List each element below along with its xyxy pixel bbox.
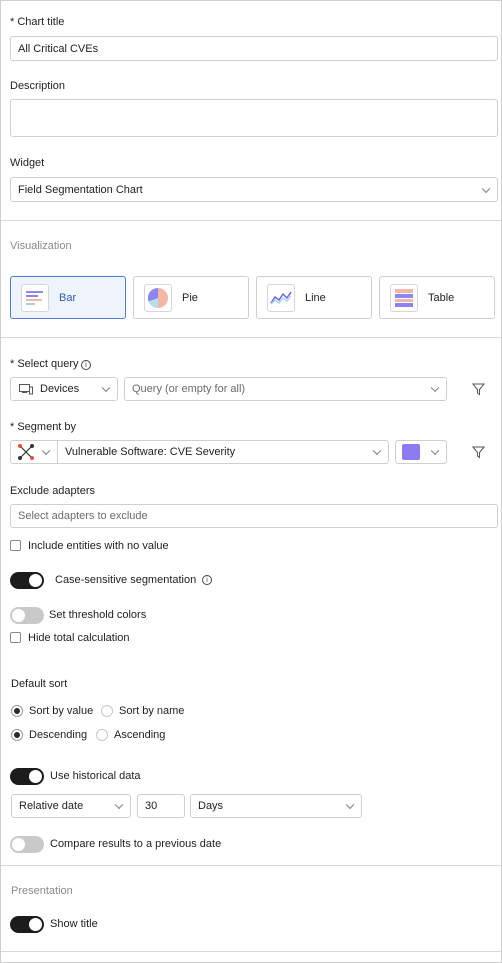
line-chart-icon <box>267 283 295 312</box>
query-placeholder: Query (or empty for all) <box>132 383 246 395</box>
toggle-knob <box>29 770 42 783</box>
chevron-down-icon <box>372 446 382 456</box>
hide-total-checkbox[interactable] <box>10 632 21 643</box>
include-no-value-checkbox[interactable] <box>10 540 21 551</box>
exclude-adapters-placeholder: Select adapters to exclude <box>18 510 148 522</box>
presentation-title: Presentation <box>11 885 73 897</box>
ascending-label: Ascending <box>114 729 166 741</box>
description-label: Description <box>10 80 66 92</box>
viz-option-label: Line <box>305 291 326 304</box>
date-unit-select[interactable]: Days <box>190 794 362 818</box>
ascending-radio[interactable] <box>96 729 108 741</box>
case-sensitive-label: Case-sensitive segmentation <box>55 574 197 586</box>
devices-icon <box>19 383 33 394</box>
show-title-label: Show title <box>50 918 98 930</box>
exclude-adapters-label: Exclude adapters <box>10 485 95 497</box>
section-divider <box>1 865 501 866</box>
descending-label: Descending <box>29 729 88 741</box>
segmentation-icon <box>18 444 34 460</box>
show-title-toggle[interactable] <box>10 916 44 933</box>
historical-data-toggle[interactable] <box>10 768 44 785</box>
widget-select[interactable]: Field Segmentation Chart <box>10 177 498 202</box>
widget-label: Widget <box>10 157 45 169</box>
sort-by-name-radio[interactable] <box>101 705 113 717</box>
filter-icon[interactable] <box>472 383 485 396</box>
threshold-colors-toggle[interactable] <box>10 607 44 624</box>
filter-icon[interactable] <box>472 446 485 459</box>
chevron-down-icon <box>41 446 51 456</box>
segment-field-value: Vulnerable Software: CVE Severity <box>65 446 236 458</box>
visualization-title: Visualization <box>10 240 72 252</box>
descending-radio[interactable] <box>11 729 23 741</box>
chevron-down-icon <box>430 446 440 456</box>
select-query-label: * Select query <box>10 358 79 370</box>
viz-option-table[interactable]: Table <box>379 276 495 319</box>
chart-title-label: * Chart title <box>10 16 65 28</box>
query-select[interactable]: Query (or empty for all) <box>124 377 447 401</box>
section-divider <box>1 220 501 221</box>
viz-option-label: Pie <box>182 291 198 304</box>
info-icon[interactable]: i <box>81 360 91 370</box>
chart-title-input[interactable]: All Critical CVEs <box>10 36 498 61</box>
threshold-colors-label: Set threshold colors <box>49 609 147 621</box>
chevron-down-icon <box>345 800 355 810</box>
chevron-down-icon <box>101 383 111 393</box>
table-icon <box>390 283 418 312</box>
toggle-knob <box>29 918 42 931</box>
entity-value: Devices <box>40 383 80 395</box>
date-amount-input[interactable]: 30 <box>137 794 185 818</box>
date-mode-value: Relative date <box>19 800 84 812</box>
entity-select[interactable]: Devices <box>10 377 118 401</box>
viz-option-label: Bar <box>59 291 77 304</box>
hide-total-label: Hide total calculation <box>28 632 130 644</box>
bar-chart-icon <box>21 283 49 312</box>
toggle-knob <box>29 574 42 587</box>
date-unit-value: Days <box>198 800 224 812</box>
segment-field-select[interactable]: Vulnerable Software: CVE Severity <box>10 440 389 464</box>
toggle-knob <box>12 609 25 622</box>
sort-by-value-radio[interactable] <box>11 705 23 717</box>
info-icon[interactable]: i <box>202 575 212 585</box>
compare-toggle[interactable] <box>10 836 44 853</box>
viz-option-pie[interactable]: Pie <box>133 276 249 319</box>
include-no-value-label: Include entities with no value <box>28 540 169 552</box>
chevron-down-icon <box>481 184 491 193</box>
default-sort-label: Default sort <box>11 678 68 690</box>
toggle-knob <box>12 838 25 851</box>
chart-config-panel <box>0 0 502 963</box>
widget-value: Field Segmentation Chart <box>18 183 143 196</box>
color-swatch <box>402 444 420 460</box>
sort-by-name-label: Sort by name <box>119 705 185 717</box>
chart-title-value: All Critical CVEs <box>18 42 99 55</box>
description-textarea[interactable] <box>10 99 498 137</box>
field-type-select[interactable] <box>11 441 58 463</box>
date-mode-select[interactable]: Relative date <box>11 794 131 818</box>
segment-color-picker[interactable] <box>395 440 447 464</box>
case-sensitive-toggle[interactable] <box>10 572 44 589</box>
historical-data-label: Use historical data <box>50 770 141 782</box>
compare-label: Compare results to a previous date <box>50 838 222 850</box>
viz-option-line[interactable]: Line <box>256 276 372 319</box>
section-divider <box>1 337 501 338</box>
section-divider <box>1 951 501 952</box>
segment-by-label: * Segment by <box>10 421 77 433</box>
viz-option-bar[interactable]: Bar <box>10 276 126 319</box>
pie-chart-icon <box>144 283 172 312</box>
exclude-adapters-input[interactable]: Select adapters to exclude <box>10 504 498 528</box>
chevron-down-icon <box>114 800 124 810</box>
sort-by-value-label: Sort by value <box>29 705 94 717</box>
viz-option-label: Table <box>428 291 455 304</box>
date-amount-value: 30 <box>145 800 158 812</box>
chevron-down-icon <box>430 383 440 393</box>
